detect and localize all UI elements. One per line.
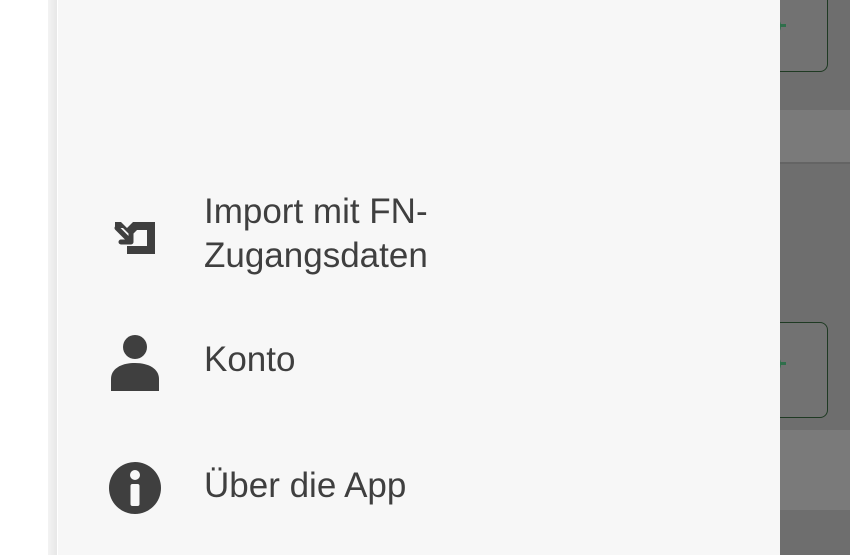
menu-item-import[interactable]: Import mit FN- Zugangsdaten (58, 186, 780, 286)
menu-item-account-label: Konto (204, 340, 296, 379)
background-list-divider (780, 110, 850, 162)
background-action-button (780, 322, 828, 418)
background-list-divider (780, 430, 850, 510)
menu-item-about-label: Über die App (204, 466, 407, 505)
background-action-button (780, 0, 828, 72)
menu-item-about[interactable]: Über die App (58, 452, 780, 524)
tick-icon (780, 362, 786, 365)
info-icon (105, 458, 165, 518)
background-scrim[interactable] (780, 0, 850, 555)
menu-item-import-label: Import mit FN- Zugangsdaten (204, 192, 428, 275)
drawer-edge-shadow (48, 0, 57, 555)
import-icon (105, 206, 165, 266)
person-icon (105, 332, 165, 392)
menu-item-account[interactable]: Konto (58, 326, 780, 398)
background-list-divider (780, 162, 850, 164)
tick-icon (780, 24, 786, 27)
